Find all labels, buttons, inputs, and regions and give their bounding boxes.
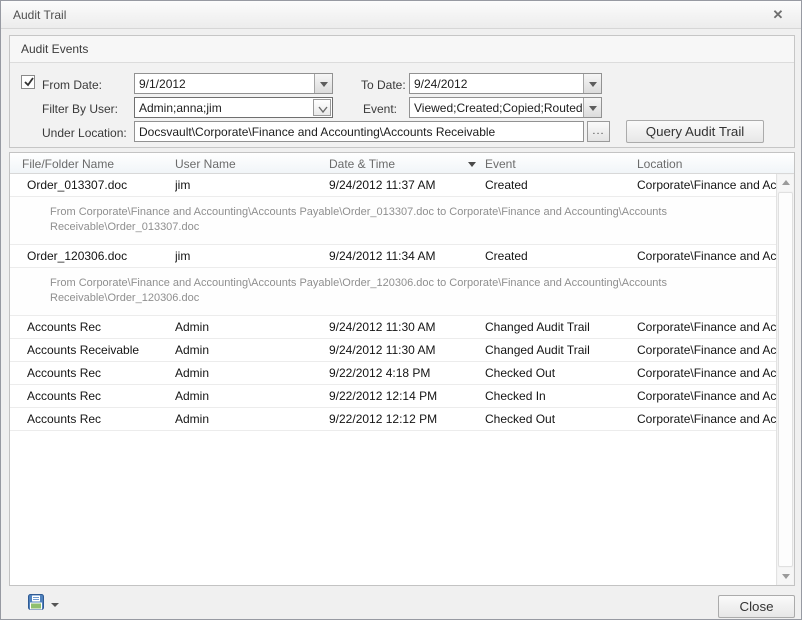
cell-location: Corporate\Finance and Ac [637,320,776,334]
cell-datetime: 9/24/2012 11:30 AM [329,320,479,334]
save-floppy-icon [27,593,45,611]
from-date-label: From Date: [42,78,102,92]
export-save-button[interactable] [27,593,61,617]
event-combo[interactable]: Viewed;Created;Copied;Routed [409,97,602,118]
cell-name: Accounts Rec [27,389,165,403]
table-row[interactable]: Accounts Rec Admin 9/22/2012 12:12 PM Check… [10,408,776,431]
from-date-value: 9/1/2012 [139,77,186,91]
audit-detail-row: From Corporate\Finance and Accounting\Ac… [10,268,776,316]
to-date-input[interactable]: 9/24/2012 [409,73,602,94]
cell-user: jim [175,249,325,263]
cell-location: Corporate\Finance and Ac [637,343,776,357]
to-date-value: 9/24/2012 [414,77,467,91]
cell-datetime: 9/22/2012 4:18 PM [329,366,479,380]
export-dropdown-icon[interactable] [51,603,59,607]
cell-event: Created [485,178,633,192]
query-audit-trail-button[interactable]: Query Audit Trail [626,120,764,143]
audit-trail-dialog: Audit Trail ✕ Audit Events From Date: 9/… [0,0,802,620]
filter-by-user-label: Filter By User: [42,102,118,116]
groupbox-header: Audit Events [10,36,794,63]
col-header-location[interactable]: Location [637,157,682,171]
table-row[interactable]: Accounts Rec Admin 9/24/2012 11:30 AM Chang… [10,316,776,339]
under-location-label: Under Location: [42,126,127,140]
col-header-date-time[interactable]: Date & Time [329,157,395,171]
window-title: Audit Trail [13,8,66,22]
table-row[interactable]: Order_120306.doc jim 9/24/2012 11:34 AM Cre… [10,245,776,268]
filter-by-user-value: Admin;anna;jim [139,101,222,115]
table-header: File/Folder Name User Name Date & Time E… [10,153,794,174]
cell-location: Corporate\Finance and Ac [637,389,776,403]
table-row[interactable]: Accounts Rec Admin 9/22/2012 4:18 PM Checke… [10,362,776,385]
cell-name: Accounts Receivable [27,343,165,357]
cell-user: Admin [175,366,325,380]
scrollbar-thumb[interactable] [778,192,793,567]
cell-datetime: 9/24/2012 11:34 AM [329,249,479,263]
col-header-user-name[interactable]: User Name [175,157,236,171]
cell-name: Accounts Rec [27,412,165,426]
cell-event: Created [485,249,633,263]
browse-location-button[interactable]: ... [587,121,610,142]
to-date-label: To Date: [361,78,406,92]
cell-location: Corporate\Finance and Ac [637,178,776,192]
close-button[interactable]: Close [718,595,795,618]
audit-detail-row: From Corporate\Finance and Accounting\Ac… [10,197,776,245]
cell-user: Admin [175,343,325,357]
from-date-input[interactable]: 9/1/2012 [134,73,333,94]
cell-event: Changed Audit Trail [485,343,633,357]
sort-descending-icon [468,162,476,167]
cell-datetime: 9/24/2012 11:30 AM [329,343,479,357]
audit-table-body: Order_013307.docjim9/24/2012 11:37 AMCre… [10,174,776,585]
cell-datetime: 9/22/2012 12:12 PM [329,412,479,426]
cell-name: Accounts Rec [27,366,165,380]
under-location-value: Docsvault\Corporate\Finance and Accounti… [139,125,495,139]
from-date-dropdown-icon[interactable] [314,74,332,93]
cell-datetime: 9/22/2012 12:14 PM [329,389,479,403]
cell-event: Changed Audit Trail [485,320,633,334]
user-combo-chevron-icon[interactable] [313,99,331,116]
to-date-dropdown-icon[interactable] [583,74,601,93]
under-location-input[interactable]: Docsvault\Corporate\Finance and Accounti… [134,121,584,142]
col-header-event[interactable]: Event [485,157,516,171]
col-header-file-folder-name[interactable]: File/Folder Name [22,157,114,171]
cell-location: Corporate\Finance and Ac [637,412,776,426]
scroll-up-icon[interactable] [778,175,793,191]
event-value: Viewed;Created;Copied;Routed [414,101,582,115]
titlebar: Audit Trail ✕ [1,1,801,29]
check-icon [22,75,36,89]
table-row[interactable]: Order_013307.doc jim 9/24/2012 11:37 AM Cre… [10,174,776,197]
cell-event: Checked Out [485,412,633,426]
scroll-down-icon[interactable] [778,568,793,584]
cell-event: Checked In [485,389,633,403]
cell-name: Accounts Rec [27,320,165,334]
audit-results-table: File/Folder Name User Name Date & Time E… [9,152,795,586]
cell-location: Corporate\Finance and Ac [637,249,776,263]
close-icon[interactable]: ✕ [769,7,787,23]
cell-user: Admin [175,412,325,426]
date-filter-checkbox[interactable] [21,75,35,89]
cell-user: jim [175,178,325,192]
cell-user: Admin [175,389,325,403]
filter-by-user-combo[interactable]: Admin;anna;jim [134,97,333,118]
groupbox-title: Audit Events [21,42,88,56]
cell-event: Checked Out [485,366,633,380]
cell-name: Order_120306.doc [27,249,165,263]
table-row[interactable]: Accounts Receivable Admin 9/24/2012 11:30 … [10,339,776,362]
table-row[interactable]: Accounts Rec Admin 9/22/2012 12:14 PM Check… [10,385,776,408]
cell-datetime: 9/24/2012 11:37 AM [329,178,479,192]
event-dropdown-icon[interactable] [583,98,601,117]
vertical-scrollbar[interactable] [776,174,794,585]
cell-user: Admin [175,320,325,334]
cell-location: Corporate\Finance and Ac [637,366,776,380]
cell-name: Order_013307.doc [27,178,165,192]
event-label: Event: [363,102,397,116]
